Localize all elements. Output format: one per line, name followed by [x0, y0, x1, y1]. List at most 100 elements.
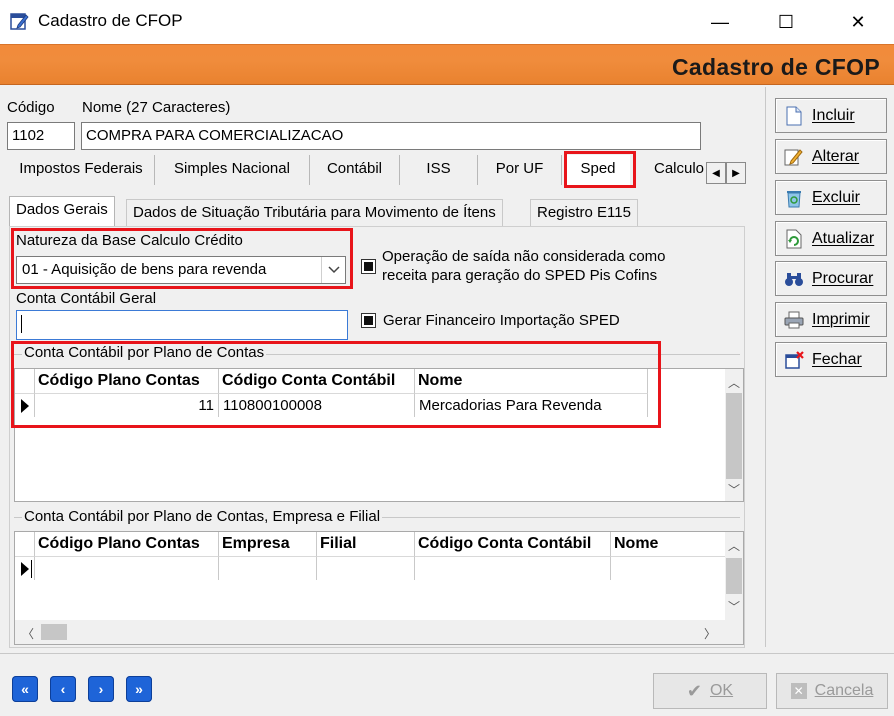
- close-icon: ✕: [850, 11, 866, 32]
- grid1-cell-nome[interactable]: Mercadorias Para Revenda: [415, 393, 648, 417]
- grid-plano-contas-empresa: Código Plano Contas Empresa Filial Códig…: [14, 531, 744, 645]
- tab-scroll-arrows: ◀ ▶: [706, 162, 746, 184]
- scroll-left-icon[interactable]: 〈: [19, 625, 37, 642]
- subtab-situacao-tributaria[interactable]: Dados de Situação Tributária para Movime…: [126, 199, 503, 226]
- grid2-horizontal-scrollbar[interactable]: 〈 〉: [15, 620, 743, 644]
- row-indicator[interactable]: [15, 556, 35, 580]
- ok-button[interactable]: ✔ OK: [653, 673, 767, 709]
- page-title: Cadastro de CFOP: [671, 54, 880, 80]
- conta-geral-label: Conta Contábil Geral: [16, 290, 157, 307]
- grid2-vertical-scrollbar[interactable]: ︿ ﹀: [725, 532, 743, 620]
- tab-iss[interactable]: ISS: [400, 155, 478, 185]
- grid1-caption: Conta Contábil por Plano de Contas: [22, 344, 267, 361]
- operacao-saida-checkbox[interactable]: [361, 259, 376, 274]
- grid2-col-codigo-plano[interactable]: Código Plano Contas: [35, 532, 219, 556]
- codigo-label: Código: [7, 99, 55, 116]
- grid2-cell-codigo-conta[interactable]: [415, 556, 611, 580]
- printer-icon: [784, 310, 804, 330]
- scroll-up-icon[interactable]: ︿: [725, 537, 743, 554]
- row-indicator[interactable]: [15, 393, 35, 417]
- nome-input[interactable]: COMPRA PARA COMERCIALIZACAO: [81, 122, 701, 150]
- nav-prev-button[interactable]: ‹: [50, 676, 76, 702]
- natureza-label: Natureza da Base Calculo Crédito: [16, 232, 243, 249]
- grid1-col-codigo-conta[interactable]: Código Conta Contábil: [219, 369, 415, 393]
- grid2-col-filial[interactable]: Filial: [317, 532, 415, 556]
- grid2-cell-codigo-plano[interactable]: [35, 556, 219, 580]
- operacao-saida-label: Operação de saída não considerada como r…: [382, 247, 666, 285]
- incluir-label: Incluir: [812, 106, 855, 124]
- tab-contabil[interactable]: Contábil: [310, 155, 400, 185]
- chevron-down-icon: [327, 266, 340, 274]
- tab-sped[interactable]: Sped: [566, 155, 630, 185]
- operacao-saida-line2: receita para geração do SPED Pis Cofins: [382, 267, 658, 284]
- tab-scroll-right-button[interactable]: ▶: [726, 162, 746, 184]
- excluir-button[interactable]: Excluir: [775, 180, 887, 215]
- grid2-cell-filial[interactable]: [317, 556, 415, 580]
- grid1-cell-codigo-plano[interactable]: 11: [35, 393, 219, 417]
- scroll-right-icon[interactable]: 〉: [701, 625, 719, 642]
- subtab-registro-e115[interactable]: Registro E115: [530, 199, 638, 226]
- operacao-saida-line1: Operação de saída não considerada como: [382, 248, 666, 265]
- imprimir-label: Imprimir: [812, 310, 870, 328]
- grid2-col-empresa[interactable]: Empresa: [219, 532, 317, 556]
- maximize-icon: ☐: [777, 11, 795, 32]
- tab-simples-nacional[interactable]: Simples Nacional: [155, 155, 310, 185]
- triangle-left-icon: ◀: [712, 167, 720, 179]
- grid2-cell-empresa[interactable]: [219, 556, 317, 580]
- fechar-label: Fechar: [812, 350, 862, 368]
- grid1-cell-codigo-conta[interactable]: 110800100008: [219, 393, 415, 417]
- fechar-button[interactable]: Fechar: [775, 342, 887, 377]
- title-bar: Cadastro de CFOP — ☐ ✕: [0, 0, 894, 44]
- subtab-dados-gerais[interactable]: Dados Gerais: [9, 196, 115, 227]
- tab-calculo[interactable]: Calculo: [648, 155, 706, 185]
- procurar-label: Procurar: [812, 269, 874, 287]
- nav-last-button[interactable]: »: [126, 676, 152, 702]
- scroll-down-icon[interactable]: ﹀: [725, 481, 743, 498]
- conta-geral-input[interactable]: [16, 310, 348, 340]
- grid1-col-nome[interactable]: Nome: [415, 369, 648, 393]
- minimize-button[interactable]: —: [690, 0, 750, 44]
- maximize-button[interactable]: ☐: [756, 0, 816, 44]
- procurar-button[interactable]: Procurar: [775, 261, 887, 296]
- grid2-cell-nome[interactable]: [611, 556, 725, 580]
- excluir-label: Excluir: [812, 188, 861, 206]
- gerar-financeiro-checkbox[interactable]: [361, 313, 376, 328]
- incluir-button[interactable]: Incluir: [775, 98, 887, 133]
- chevron-right-icon: ›: [98, 681, 104, 697]
- atualizar-button[interactable]: Atualizar: [775, 221, 887, 256]
- bottom-divider: [0, 653, 894, 654]
- nav-first-button[interactable]: «: [12, 676, 38, 702]
- grid2-col-nome[interactable]: Nome: [611, 532, 725, 556]
- close-button[interactable]: ✕: [828, 0, 888, 44]
- imprimir-button[interactable]: Imprimir: [775, 302, 887, 337]
- grid1-vertical-scrollbar[interactable]: ︿ ﹀: [725, 369, 743, 501]
- alterar-button[interactable]: Alterar: [775, 139, 887, 174]
- scroll-thumb[interactable]: [41, 624, 67, 640]
- grid1-col-codigo-plano[interactable]: Código Plano Contas: [35, 369, 219, 393]
- scroll-down-icon[interactable]: ﹀: [725, 598, 743, 615]
- natureza-select[interactable]: 01 - Aquisição de bens para revenda: [16, 256, 346, 284]
- triangle-right-icon: ▶: [732, 167, 740, 179]
- binoculars-icon: [784, 269, 804, 289]
- dropdown-button[interactable]: [321, 257, 345, 283]
- double-chevron-left-icon: «: [21, 681, 29, 697]
- gerar-financeiro-label: Gerar Financeiro Importação SPED: [383, 312, 620, 329]
- ok-label: OK: [709, 682, 734, 699]
- nav-next-button[interactable]: ›: [88, 676, 114, 702]
- scroll-thumb[interactable]: [726, 558, 742, 594]
- exit-icon: [784, 350, 804, 370]
- cancel-icon: ✕: [790, 683, 807, 699]
- chevron-left-icon: ‹: [60, 681, 66, 697]
- tab-por-uf[interactable]: Por UF: [478, 155, 562, 185]
- vertical-divider: [765, 87, 766, 647]
- document-icon: [784, 106, 804, 126]
- tab-impostos-federais[interactable]: Impostos Federais: [8, 155, 155, 185]
- app-edit-icon: [10, 11, 30, 31]
- grid-plano-contas: Código Plano Contas Código Conta Contábi…: [14, 368, 744, 502]
- codigo-input[interactable]: 1102: [7, 122, 75, 150]
- cancel-button[interactable]: ✕ Cancela: [776, 673, 888, 709]
- tab-scroll-left-button[interactable]: ◀: [706, 162, 726, 184]
- scroll-thumb[interactable]: [726, 393, 742, 479]
- scroll-up-icon[interactable]: ︿: [725, 374, 743, 391]
- grid2-col-codigo-conta[interactable]: Código Conta Contábil: [415, 532, 611, 556]
